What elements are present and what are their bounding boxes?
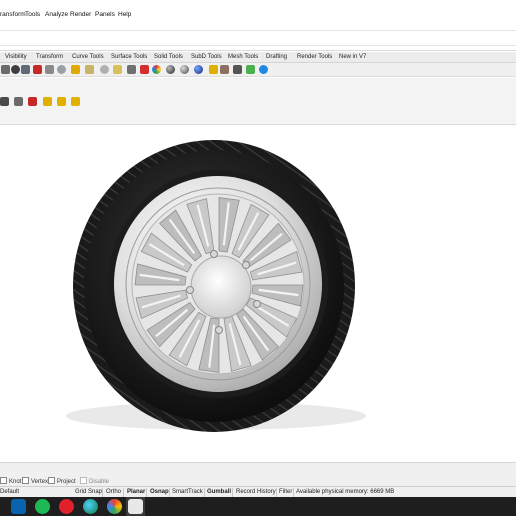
photos-icon[interactable] — [107, 499, 122, 514]
globe-icon[interactable] — [194, 65, 203, 74]
select-icon[interactable] — [1, 65, 10, 74]
toggle-filter[interactable]: Filter — [279, 489, 292, 495]
rhino-icon[interactable] — [128, 499, 143, 514]
osnap-label: Vertex — [31, 479, 49, 485]
osnap-vertex[interactable]: Vertex — [22, 477, 48, 485]
checkbox[interactable] — [22, 477, 29, 484]
tab-surface-tools[interactable]: Surface Tools — [111, 54, 147, 60]
icon-toolbar — [0, 63, 516, 77]
osnap-bar: Knot Vertex Project Disable — [0, 462, 516, 486]
toggle-smarttrack[interactable]: SmartTrack — [172, 489, 203, 495]
tab-new-in-v7[interactable]: New in V7 — [339, 54, 366, 60]
toggle-record-history[interactable]: Record History — [236, 489, 276, 495]
render-sphere-icon[interactable] — [166, 65, 175, 74]
color-wheel-icon[interactable] — [152, 65, 161, 74]
lock-icon[interactable] — [127, 65, 136, 74]
menu-item-help[interactable]: Help — [118, 11, 131, 18]
grid-icon[interactable] — [21, 65, 30, 74]
gem-icon[interactable] — [43, 97, 52, 106]
spotify-icon[interactable] — [35, 499, 50, 514]
wheel-render — [66, 140, 366, 432]
status-bar: Default Grid Snap Ortho Planar Osnap Sma… — [0, 486, 516, 497]
pin-icon[interactable] — [209, 65, 218, 74]
toggle-gumball[interactable]: Gumball — [207, 489, 231, 495]
osnap-knot[interactable]: Knot — [0, 477, 21, 485]
menu-bar: ransform Tools Analyze Render Panels Hel… — [0, 0, 516, 21]
gear-icon[interactable] — [14, 97, 23, 106]
toolbar-tabs: Visibility Transform Curve Tools Surface… — [0, 52, 516, 63]
undo-icon[interactable] — [11, 65, 20, 74]
windows-taskbar — [0, 497, 516, 516]
light-icon[interactable] — [71, 65, 80, 74]
zoom-icon[interactable] — [57, 65, 66, 74]
tab-mesh-tools[interactable]: Mesh Tools — [228, 54, 258, 60]
checkbox[interactable] — [0, 477, 7, 484]
tab-drafting[interactable]: Drafting — [266, 54, 287, 60]
osnap-label: Project — [57, 479, 76, 485]
material-icon[interactable] — [140, 65, 149, 74]
osnap-disable[interactable]: Disable — [80, 477, 109, 485]
menu-item-panels[interactable]: Panels — [95, 11, 115, 18]
osnap-label: Disable — [89, 479, 110, 485]
dimension-icon[interactable] — [0, 97, 9, 106]
menu-item-analyze[interactable]: Analyze — [45, 11, 68, 18]
command-line-input[interactable] — [0, 30, 516, 46]
toggle-ortho[interactable]: Ortho — [106, 489, 121, 495]
toggle-planar[interactable]: Planar — [127, 489, 145, 495]
tab-curve-tools[interactable]: Curve Tools — [72, 54, 104, 60]
sphere-icon[interactable] — [180, 65, 189, 74]
osnap-label: Knot — [9, 479, 22, 485]
menu-item-tools[interactable]: Tools — [25, 11, 40, 18]
tab-visibility[interactable]: Visibility — [5, 54, 27, 60]
layer-indicator[interactable]: Default — [0, 489, 19, 495]
bulb2-icon[interactable] — [100, 65, 109, 74]
gem3-icon[interactable] — [71, 97, 80, 106]
close-icon[interactable] — [28, 97, 37, 106]
snap-icon[interactable] — [233, 65, 242, 74]
bulb3-icon[interactable] — [113, 65, 122, 74]
outlook-icon[interactable] — [11, 499, 26, 514]
bulb-icon[interactable] — [85, 65, 94, 74]
gem2-icon[interactable] — [57, 97, 66, 106]
tab-render-tools[interactable]: Render Tools — [297, 54, 332, 60]
eye-icon[interactable] — [45, 65, 54, 74]
secondary-toolbar — [0, 78, 516, 125]
command-area — [0, 21, 516, 51]
osnap-project[interactable]: Project — [48, 477, 76, 485]
tab-subd-tools[interactable]: SubD Tools — [191, 54, 222, 60]
help-icon[interactable] — [259, 65, 268, 74]
checkbox[interactable] — [48, 477, 55, 484]
hub-cap — [190, 255, 252, 319]
opera-icon[interactable] — [59, 499, 74, 514]
tab-solid-tools[interactable]: Solid Tools — [154, 54, 183, 60]
toggle-osnap[interactable]: Osnap — [150, 489, 169, 495]
render-icon[interactable] — [220, 65, 229, 74]
edge-icon[interactable] — [83, 499, 98, 514]
menu-item-transform[interactable]: ransform — [0, 11, 26, 18]
delete-icon[interactable] — [33, 65, 42, 74]
menu-item-render[interactable]: Render — [70, 11, 91, 18]
viewport[interactable] — [0, 126, 516, 462]
tools-icon[interactable] — [246, 65, 255, 74]
toggle-grid-snap[interactable]: Grid Snap — [75, 489, 102, 495]
checkbox[interactable] — [80, 477, 87, 484]
tab-transform[interactable]: Transform — [36, 54, 63, 60]
memory-status: Available physical memory: 6669 MB — [296, 489, 395, 495]
